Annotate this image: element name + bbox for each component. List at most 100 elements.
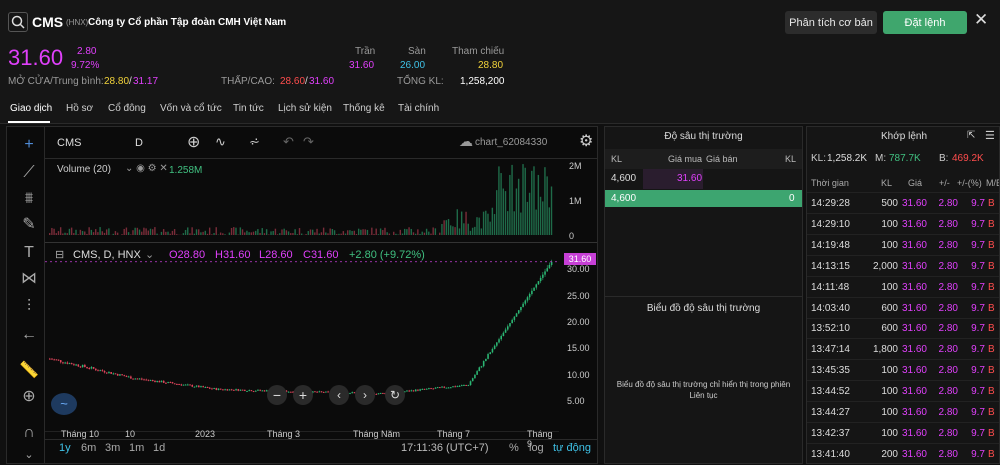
tab-trading[interactable]: Giao dịch <box>10 103 52 114</box>
total-volume-value: 1,258,200 <box>460 76 505 87</box>
candle <box>242 390 244 391</box>
zoom-out-icon[interactable]: − <box>267 385 287 405</box>
m-value: 787.7K <box>889 153 921 164</box>
tab-events[interactable]: Lịch sử kiện <box>278 103 332 114</box>
volume-bar <box>485 211 486 235</box>
volume-bar <box>237 234 238 235</box>
range-1m[interactable]: 1m <box>129 442 144 454</box>
volume-bar <box>64 233 65 235</box>
tab-profile[interactable]: Hồ sơ <box>66 103 93 114</box>
cloud-icon[interactable]: ☁ <box>459 133 473 150</box>
volume-bar <box>194 234 195 235</box>
volume-bar <box>213 233 214 235</box>
percent-toggle[interactable]: % <box>509 442 519 454</box>
zoom-in-button-icon[interactable]: + <box>293 385 313 405</box>
volume-bar <box>222 233 223 235</box>
candle <box>207 387 209 388</box>
text-icon[interactable]: T <box>17 243 41 263</box>
candle <box>128 376 130 377</box>
scroll-right-icon[interactable]: › <box>355 385 375 405</box>
reset-chart-icon[interactable]: ↻ <box>385 385 405 405</box>
cell-change: 2.80 <box>939 198 958 209</box>
range-6m[interactable]: 6m <box>81 442 96 454</box>
templates-icon[interactable]: ⩫ <box>249 134 260 150</box>
candle <box>91 367 93 368</box>
candle <box>546 268 548 271</box>
auto-toggle[interactable]: tự động <box>553 442 591 454</box>
volume-bar <box>84 231 85 235</box>
price-tick-label: 30.00 <box>567 264 590 274</box>
candle <box>213 388 215 389</box>
cell-price: 31.60 <box>902 198 927 209</box>
volume-bar <box>413 232 414 235</box>
trend-line-icon[interactable]: ⟋ <box>17 163 41 183</box>
price-change: 2.80 <box>77 46 96 57</box>
tab-statistics[interactable]: Thống kê <box>343 103 385 114</box>
volume-bar <box>325 232 326 235</box>
chart-layout-name[interactable]: chart_62084330 <box>475 137 547 148</box>
chevron-down-icon[interactable]: ⌄ <box>17 445 41 465</box>
volume-bar <box>542 201 543 235</box>
place-order-button[interactable]: Đặt lệnh <box>883 11 967 34</box>
volume-bar <box>514 211 515 235</box>
cell-change: 2.80 <box>939 386 958 397</box>
indicators-icon[interactable]: ∿ <box>215 134 226 150</box>
volume-bar <box>141 232 142 235</box>
scroll-left-icon[interactable]: ‹ <box>329 385 349 405</box>
redo-icon[interactable]: ↷ <box>303 134 314 150</box>
volume-bar <box>73 233 74 235</box>
volume-bar <box>161 232 162 235</box>
tab-capital-dividend[interactable]: Vốn và cổ tức <box>160 103 222 114</box>
range-3m[interactable]: 3m <box>105 442 120 454</box>
volume-bar <box>507 211 508 235</box>
log-toggle[interactable]: log <box>529 442 544 454</box>
ceiling-value: 31.60 <box>349 60 374 71</box>
volume-bar <box>75 230 76 235</box>
tab-news[interactable]: Tin tức <box>233 103 264 114</box>
close-icon[interactable]: ✕ <box>974 10 988 30</box>
clock-time[interactable]: 17:11:36 (UTC+7) <box>401 442 489 454</box>
last-price-tag-text: 31.60 <box>569 254 592 264</box>
tab-shareholders[interactable]: Cổ đông <box>108 103 146 114</box>
cell-side: B <box>988 407 995 418</box>
crosshair-icon[interactable]: + <box>17 135 41 155</box>
candle <box>474 375 476 378</box>
candle <box>117 374 119 376</box>
brush-icon[interactable]: ✎ <box>17 215 41 235</box>
y-axis[interactable]: 30.0025.0020.0015.0010.005.00 <box>563 243 597 431</box>
depth-header-row: KL Giá mua Giá bán KL <box>605 149 802 169</box>
volume-bar <box>49 233 50 235</box>
range-1d[interactable]: 1d <box>153 442 165 454</box>
measure-icon[interactable]: ⫶ <box>17 297 41 317</box>
candle <box>165 383 167 384</box>
cell-change-pct: 9.7 <box>971 261 985 272</box>
symbol-input[interactable]: CMS <box>57 137 81 149</box>
settings-gear-icon[interactable]: ⚙ <box>579 131 593 151</box>
list-icon[interactable]: ☰ <box>985 129 995 142</box>
interval-select[interactable]: D <box>135 137 143 149</box>
price-tick-label: 15.00 <box>567 343 590 353</box>
fib-icon[interactable]: ⩩ <box>17 189 41 209</box>
tab-financials[interactable]: Tài chính <box>398 103 439 114</box>
undo-icon[interactable]: ↶ <box>283 134 294 150</box>
candle <box>439 387 441 388</box>
ruler-icon[interactable]: 📏 <box>17 361 41 381</box>
magnet-icon[interactable]: ∩ <box>17 423 41 443</box>
cell-price: 31.60 <box>902 323 927 334</box>
pattern-icon[interactable]: ⋈ <box>17 269 41 289</box>
price-change-pct: 9.72% <box>71 60 99 71</box>
tradingview-logo-icon[interactable]: ~ <box>51 393 77 415</box>
candle <box>424 389 426 390</box>
volume-bar <box>211 234 212 235</box>
cell-time: 13:44:27 <box>811 407 850 418</box>
candle <box>104 371 106 372</box>
add-compare-icon[interactable]: ⊕ <box>187 132 200 152</box>
cell-change: 2.80 <box>939 365 958 376</box>
volume-bar <box>332 229 333 235</box>
export-icon[interactable]: ⇱ <box>967 130 975 141</box>
zoom-in-icon[interactable]: ⊕ <box>17 387 41 407</box>
back-arrow-icon[interactable]: ← <box>17 325 41 345</box>
range-1y[interactable]: 1y <box>59 442 71 454</box>
fundamental-analysis-button[interactable]: Phân tích cơ bản <box>785 11 877 34</box>
search-button[interactable] <box>8 12 28 32</box>
